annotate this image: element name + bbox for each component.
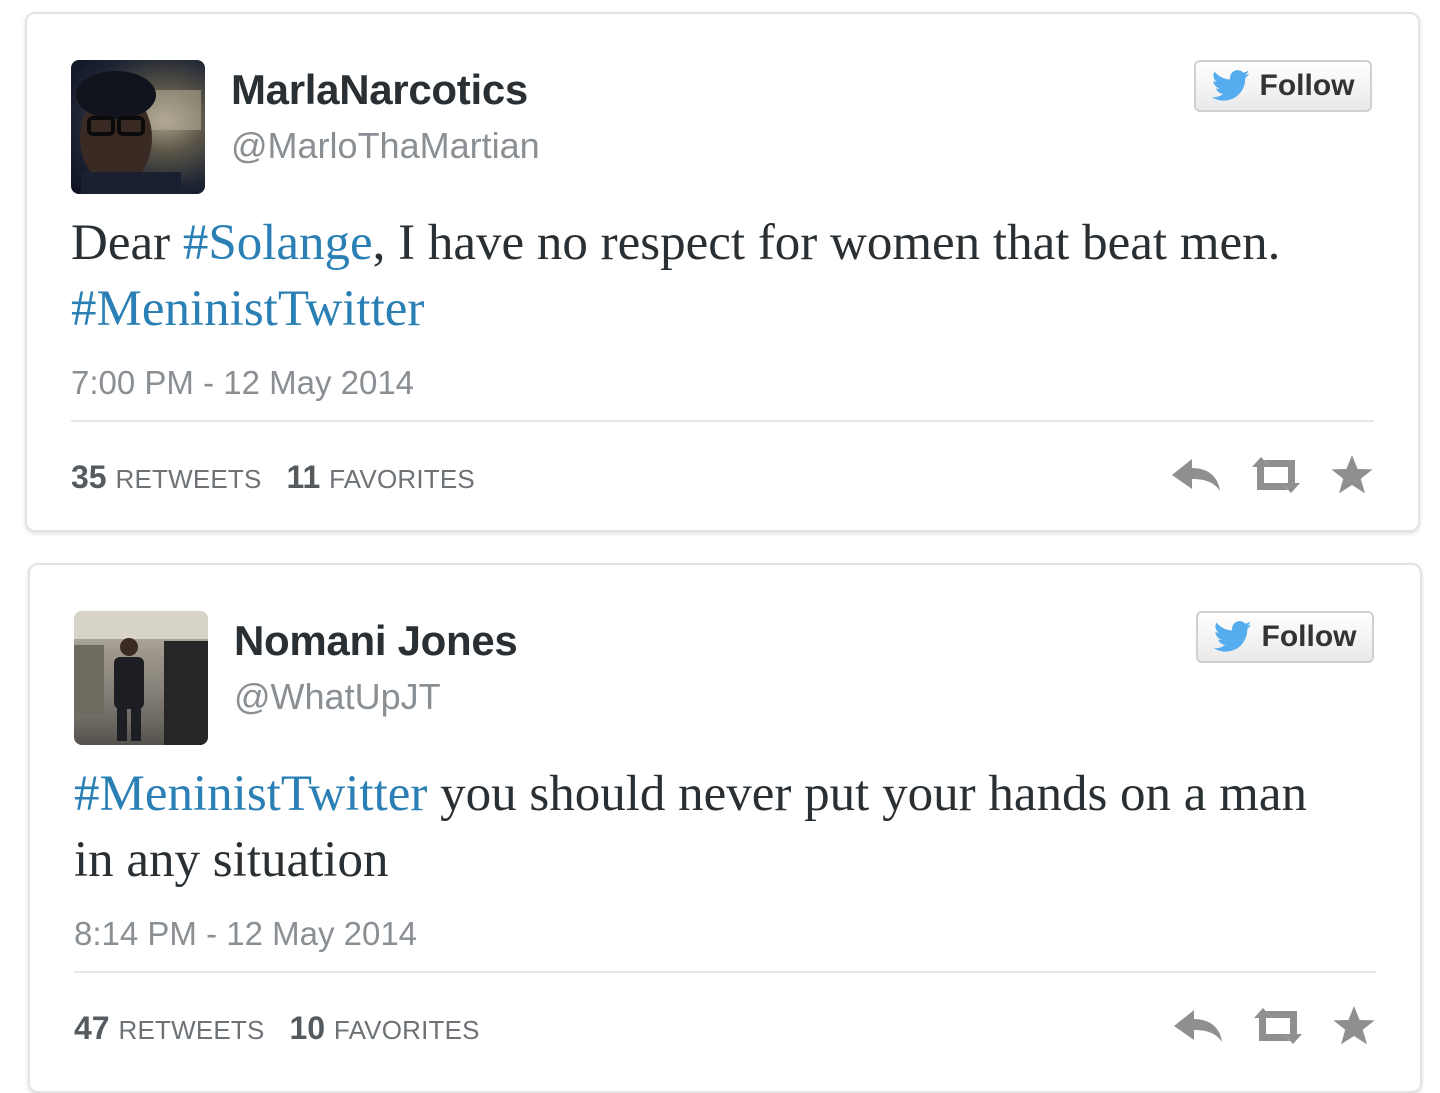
retweet-count-label: RETWEETS [118, 1015, 265, 1045]
follow-button[interactable]: Follow [1196, 611, 1374, 663]
retweet-count-value: 35 [71, 459, 107, 495]
favorite-count-value: 11 [286, 459, 321, 495]
tweet-text: #MeninistTwitter you should never put yo… [74, 761, 1314, 893]
retweet-icon[interactable] [1250, 1006, 1306, 1051]
tweet-timestamp[interactable]: 7:00 PM - 12 May 2014 [71, 364, 414, 402]
tweet-timestamp[interactable]: 8:14 PM - 12 May 2014 [74, 915, 417, 953]
follow-label: Follow [1261, 620, 1357, 653]
avatar-photo [76, 71, 201, 194]
favorite-count-value: 10 [289, 1010, 326, 1046]
user-handle[interactable]: @MarloThaMartian [231, 125, 540, 167]
favorite-count-label: FAVORITES [333, 1015, 480, 1045]
user-avatar[interactable] [71, 60, 205, 194]
divider [71, 420, 1374, 422]
tweet-text: Dear #Solange, I have no respect for wom… [71, 210, 1311, 342]
user-avatar[interactable] [74, 611, 208, 745]
star-icon[interactable] [1330, 454, 1374, 501]
hashtag-link[interactable]: #MeninistTwitter [74, 766, 427, 822]
follow-label: Follow [1259, 69, 1355, 102]
retweet-count[interactable]: 47 RETWEETS [74, 1010, 281, 1046]
favorite-count-label: FAVORITES [329, 464, 475, 494]
tweet-actions [1172, 1003, 1376, 1053]
reply-arrow-icon[interactable] [1170, 455, 1222, 500]
retweet-icon[interactable] [1248, 455, 1304, 500]
retweet-count-value: 47 [74, 1010, 110, 1046]
twitter-bird-icon [1211, 70, 1250, 102]
user-handle[interactable]: @WhatUpJT [234, 676, 441, 718]
tweet-card: Nomani Jones @WhatUpJT Follow #MeninistT… [28, 563, 1422, 1093]
favorite-count[interactable]: 10 FAVORITES [289, 1010, 495, 1046]
tweet-card: MarlaNarcotics @MarloThaMartian Follow D… [25, 12, 1420, 532]
favorite-count[interactable]: 11 FAVORITES [286, 459, 491, 495]
tweet-stats: 47 RETWEETS 10 FAVORITES [74, 1010, 496, 1047]
tweet-actions [1170, 452, 1374, 502]
star-icon[interactable] [1332, 1005, 1376, 1052]
avatar-photo [74, 611, 208, 745]
hashtag-link[interactable]: #Solange [183, 215, 373, 271]
tweet-text-part: , I have no respect for women that beat … [372, 215, 1281, 271]
reply-arrow-icon[interactable] [1172, 1006, 1224, 1051]
retweet-count-label: RETWEETS [115, 464, 262, 494]
user-display-name[interactable]: Nomani Jones [234, 617, 518, 665]
retweet-count[interactable]: 35 RETWEETS [71, 459, 278, 495]
hashtag-link[interactable]: #MeninistTwitter [71, 281, 424, 337]
tweet-stats: 35 RETWEETS 11 FAVORITES [71, 459, 491, 496]
divider [74, 971, 1376, 973]
tweet-text-part: Dear [71, 215, 183, 271]
follow-button[interactable]: Follow [1194, 60, 1372, 112]
user-display-name[interactable]: MarlaNarcotics [231, 66, 528, 114]
twitter-bird-icon [1213, 621, 1252, 653]
